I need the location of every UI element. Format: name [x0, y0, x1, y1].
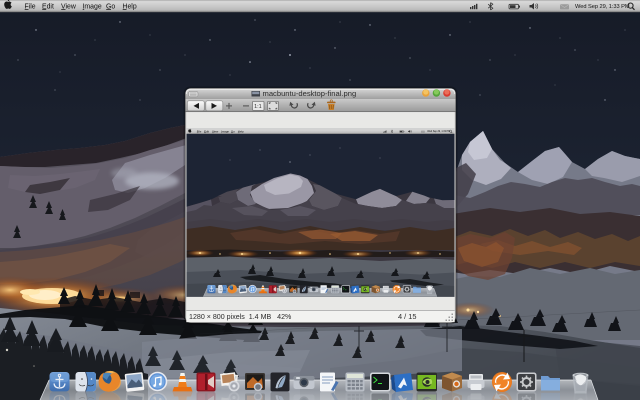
svg-text:macbuntu-desktop-final.png: macbuntu-desktop-final.png [263, 89, 357, 98]
svg-text:4 / 15: 4 / 15 [398, 312, 417, 321]
svg-text:1:1: 1:1 [254, 104, 262, 110]
svg-text:1280 × 800 pixels 1.4 MB 42: 1280 × 800 pixels 1.4 MB 42% [189, 313, 292, 321]
svg-text:Image: Image [83, 3, 102, 10]
svg-text:Wed Sep 29, 1:33 PM: Wed Sep 29, 1:33 PM [575, 4, 630, 10]
